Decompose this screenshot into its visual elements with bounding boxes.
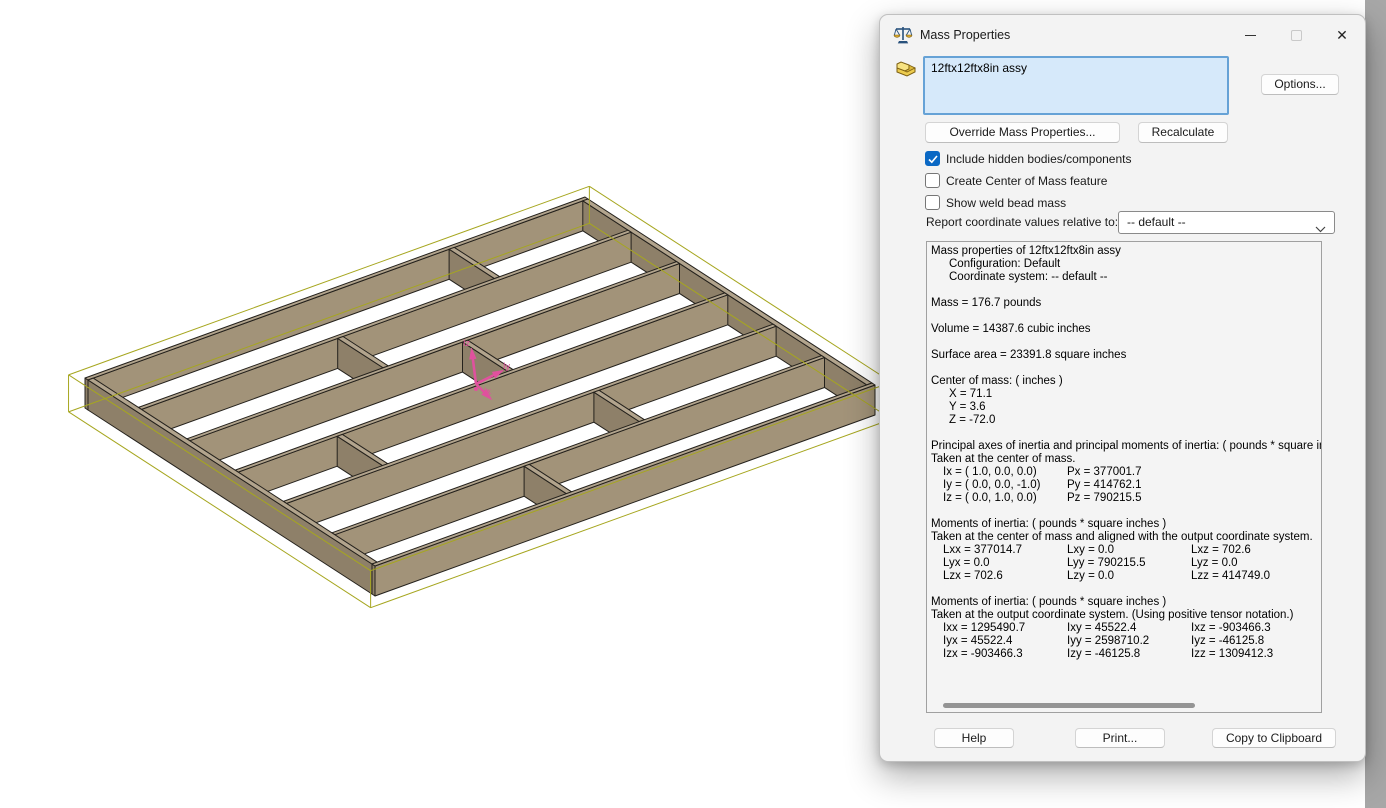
report-line: Lxx = 377014.7Lxy = 0.0Lxz = 702.6 bbox=[927, 544, 1321, 557]
checkbox-box[interactable] bbox=[925, 151, 940, 166]
graphics-viewport[interactable]: Iz Iy Ix bbox=[0, 0, 900, 808]
report-line: Moments of inertia: ( pounds * square in… bbox=[927, 596, 1321, 609]
checkbox-label: Create Center of Mass feature bbox=[946, 174, 1107, 188]
report-line: Z = -72.0 bbox=[927, 414, 1321, 427]
report-line: Izx = -903466.3Izy = -46125.8Izz = 13094… bbox=[927, 648, 1321, 661]
check-icon bbox=[928, 155, 938, 164]
report-line: Ixx = 1295490.7Ixy = 45522.4Ixz = -90346… bbox=[927, 622, 1321, 635]
mass-properties-dialog: Mass Properties ✕ 12ftx12ftx8in assy Opt… bbox=[879, 14, 1366, 762]
override-mass-properties-button[interactable]: Override Mass Properties... bbox=[925, 122, 1120, 143]
assembly-name-field[interactable]: 12ftx12ftx8in assy bbox=[923, 56, 1229, 115]
report-line: Ix = ( 1.0, 0.0, 0.0)Px = 377001.7 bbox=[927, 466, 1321, 479]
report-line: Volume = 14387.6 cubic inches bbox=[927, 323, 1321, 336]
report-line: Lzx = 702.6Lzy = 0.0Lzz = 414749.0 bbox=[927, 570, 1321, 583]
window-title: Mass Properties bbox=[920, 28, 1010, 42]
report-line: Taken at the center of mass. bbox=[927, 453, 1321, 466]
triad-label-x: Ix bbox=[484, 387, 491, 396]
report-line: Y = 3.6 bbox=[927, 401, 1321, 414]
triad-label-z: Iz bbox=[463, 339, 470, 348]
checkbox-box[interactable] bbox=[925, 195, 940, 210]
report-line: Lyx = 0.0Lyy = 790215.5Lyz = 0.0 bbox=[927, 557, 1321, 570]
mass-properties-report[interactable]: Mass properties of 12ftx12ftx8in assyCon… bbox=[926, 241, 1322, 713]
report-line bbox=[927, 583, 1321, 596]
wood-frame bbox=[85, 197, 875, 596]
report-coordinate-label: Report coordinate values relative to: bbox=[926, 211, 1118, 234]
checkbox-label: Show weld bead mass bbox=[946, 196, 1066, 210]
report-line: Coordinate system: -- default -- bbox=[927, 271, 1321, 284]
report-line: Principal axes of inertia and principal … bbox=[927, 440, 1321, 453]
titlebar[interactable]: Mass Properties ✕ bbox=[880, 15, 1365, 55]
report-line: X = 71.1 bbox=[927, 388, 1321, 401]
model-svg[interactable] bbox=[0, 0, 900, 808]
part-icon bbox=[894, 58, 918, 83]
print-button[interactable]: Print... bbox=[1075, 728, 1165, 748]
report-line: Taken at the center of mass and aligned … bbox=[927, 531, 1321, 544]
options-button[interactable]: Options... bbox=[1261, 74, 1339, 95]
report-text: Mass properties of 12ftx12ftx8in assyCon… bbox=[927, 245, 1321, 661]
checkbox-label: Include hidden bodies/components bbox=[946, 152, 1131, 166]
outside-window-area bbox=[1365, 0, 1386, 808]
maximize-button[interactable] bbox=[1281, 23, 1311, 47]
report-line bbox=[927, 310, 1321, 323]
dropdown-value: -- default -- bbox=[1127, 215, 1186, 229]
report-line: Moments of inertia: ( pounds * square in… bbox=[927, 518, 1321, 531]
report-line bbox=[927, 505, 1321, 518]
report-line: Mass = 176.7 pounds bbox=[927, 297, 1321, 310]
chevron-down-icon bbox=[1315, 219, 1326, 240]
report-line: Configuration: Default bbox=[927, 258, 1321, 271]
report-line bbox=[927, 336, 1321, 349]
horizontal-scrollbar-thumb[interactable] bbox=[943, 703, 1195, 708]
report-line: Iy = ( 0.0, 0.0, -1.0)Py = 414762.1 bbox=[927, 479, 1321, 492]
help-button[interactable]: Help bbox=[934, 728, 1014, 748]
report-line: Iyx = 45522.4Iyy = 2598710.2Iyz = -46125… bbox=[927, 635, 1321, 648]
report-line bbox=[927, 427, 1321, 440]
mass-properties-scale-icon bbox=[893, 25, 913, 45]
report-line: Center of mass: ( inches ) bbox=[927, 375, 1321, 388]
report-line: Surface area = 23391.8 square inches bbox=[927, 349, 1321, 362]
minimize-button[interactable] bbox=[1235, 23, 1265, 47]
triad-label-y: Iy bbox=[503, 362, 510, 371]
coordinate-system-dropdown[interactable]: -- default -- bbox=[1118, 211, 1335, 234]
copy-to-clipboard-button[interactable]: Copy to Clipboard bbox=[1212, 728, 1336, 748]
report-line bbox=[927, 284, 1321, 297]
checkbox-box[interactable] bbox=[925, 173, 940, 188]
report-line bbox=[927, 362, 1321, 375]
report-line: Taken at the output coordinate system. (… bbox=[927, 609, 1321, 622]
recalculate-button[interactable]: Recalculate bbox=[1138, 122, 1228, 143]
close-button[interactable]: ✕ bbox=[1327, 23, 1357, 47]
report-line: Mass properties of 12ftx12ftx8in assy bbox=[927, 245, 1321, 258]
report-line: Iz = ( 0.0, 1.0, 0.0)Pz = 790215.5 bbox=[927, 492, 1321, 505]
